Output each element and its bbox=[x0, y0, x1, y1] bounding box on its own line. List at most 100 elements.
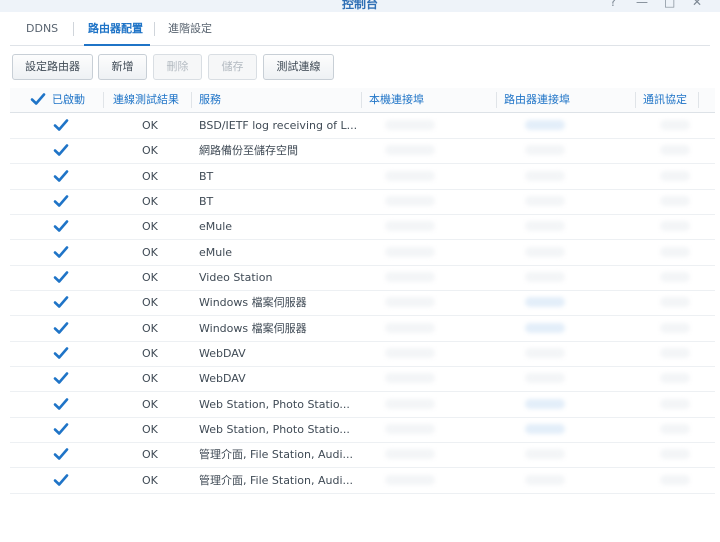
row-test-result: OK bbox=[142, 270, 158, 284]
row-enabled-checkbox[interactable] bbox=[53, 193, 69, 209]
column-divider bbox=[191, 92, 192, 108]
row-test-result: OK bbox=[142, 169, 158, 183]
row-enabled-checkbox[interactable] bbox=[53, 446, 69, 462]
row-local-port-obscured bbox=[385, 170, 435, 181]
row-enabled-checkbox[interactable] bbox=[53, 218, 69, 234]
row-enabled-checkbox[interactable] bbox=[53, 472, 69, 488]
row-service: Windows 檔案伺服器 bbox=[199, 321, 307, 335]
close-icon[interactable]: ✕ bbox=[692, 0, 702, 9]
row-protocol-obscured bbox=[660, 221, 690, 232]
select-all-checkbox[interactable] bbox=[30, 91, 46, 107]
row-enabled-checkbox[interactable] bbox=[53, 320, 69, 336]
row-service: 管理介面, File Station, Audi... bbox=[199, 448, 354, 462]
row-enabled-checkbox[interactable] bbox=[53, 142, 69, 158]
table-row[interactable]: OK 網路備份至儲存空間 bbox=[10, 138, 715, 165]
help-icon[interactable]: ? bbox=[610, 0, 616, 9]
table-row[interactable]: OK 管理介面, File Station, Audi... bbox=[10, 468, 715, 494]
row-protocol-obscured bbox=[660, 170, 690, 181]
row-enabled-checkbox[interactable] bbox=[53, 396, 69, 412]
table-row[interactable]: OK Windows 檔案伺服器 bbox=[10, 290, 715, 317]
row-protocol-obscured bbox=[660, 297, 690, 308]
row-router-port-obscured bbox=[525, 145, 565, 156]
tab-divider bbox=[154, 22, 155, 36]
column-header-service[interactable]: 服務 bbox=[199, 88, 221, 112]
tab-divider bbox=[73, 22, 74, 36]
row-protocol-obscured bbox=[660, 347, 690, 358]
table-row[interactable]: OK Web Station, Photo Statio... bbox=[10, 392, 715, 418]
save-button[interactable]: 儲存 bbox=[208, 54, 257, 80]
row-router-port-obscured bbox=[525, 297, 565, 308]
row-local-port-obscured bbox=[385, 347, 435, 358]
table-row[interactable]: OK Video Station bbox=[10, 265, 715, 291]
row-test-result: OK bbox=[142, 448, 158, 462]
row-service: Web Station, Photo Statio... bbox=[199, 397, 350, 411]
row-enabled-checkbox[interactable] bbox=[53, 117, 69, 133]
row-test-result: OK bbox=[142, 372, 158, 386]
row-router-port-obscured bbox=[525, 474, 565, 485]
row-test-result: OK bbox=[142, 194, 158, 208]
row-service: WebDAV bbox=[199, 372, 246, 386]
table-row[interactable]: OK BT bbox=[10, 189, 715, 215]
row-local-port-obscured bbox=[385, 474, 435, 485]
table-row[interactable]: OK Windows 檔案伺服器 bbox=[10, 316, 715, 342]
tab-advanced[interactable]: 進階設定 bbox=[168, 12, 212, 45]
column-header-local-port[interactable]: 本機連接埠 bbox=[369, 88, 424, 112]
row-enabled-checkbox[interactable] bbox=[53, 168, 69, 184]
row-enabled-checkbox[interactable] bbox=[53, 345, 69, 361]
row-local-port-obscured bbox=[385, 398, 435, 409]
table-row[interactable]: OK BSD/IETF log receiving of L... bbox=[10, 113, 715, 139]
row-enabled-checkbox[interactable] bbox=[53, 370, 69, 386]
maximize-icon[interactable]: □ bbox=[664, 0, 675, 9]
column-header-protocol[interactable]: 通訊協定 bbox=[643, 88, 687, 112]
row-enabled-checkbox[interactable] bbox=[53, 421, 69, 437]
grid-header: 已啟動 連線測試結果 服務 本機連接埠 路由器連接埠 通訊協定 bbox=[10, 88, 715, 113]
row-test-result: OK bbox=[142, 220, 158, 234]
row-local-port-obscured bbox=[385, 145, 435, 156]
configure-router-button[interactable]: 設定路由器 bbox=[12, 54, 93, 80]
column-header-enabled[interactable]: 已啟動 bbox=[52, 88, 85, 112]
table-row[interactable]: OK 管理介面, File Station, Audi... bbox=[10, 442, 715, 469]
row-enabled-checkbox[interactable] bbox=[53, 269, 69, 285]
table-row[interactable]: OK eMule bbox=[10, 240, 715, 266]
row-protocol-obscured bbox=[660, 195, 690, 206]
tab-router-config[interactable]: 路由器配置 bbox=[88, 12, 143, 45]
column-header-router-port[interactable]: 路由器連接埠 bbox=[504, 88, 570, 112]
row-service: Windows 檔案伺服器 bbox=[199, 296, 307, 310]
row-test-result: OK bbox=[142, 397, 158, 411]
column-header-test-result[interactable]: 連線測試結果 bbox=[113, 88, 179, 112]
row-enabled-checkbox[interactable] bbox=[53, 244, 69, 260]
row-service: Web Station, Photo Statio... bbox=[199, 422, 350, 436]
row-protocol-obscured bbox=[660, 373, 690, 384]
row-protocol-obscured bbox=[660, 449, 690, 460]
row-protocol-obscured bbox=[660, 145, 690, 156]
column-divider bbox=[635, 92, 636, 108]
table-row[interactable]: OK Web Station, Photo Statio... bbox=[10, 417, 715, 443]
delete-button[interactable]: 刪除 bbox=[153, 54, 202, 80]
row-protocol-obscured bbox=[660, 398, 690, 409]
row-test-result: OK bbox=[142, 321, 158, 335]
row-service: Video Station bbox=[199, 270, 273, 284]
row-test-result: OK bbox=[142, 144, 158, 158]
row-service: 管理介面, File Station, Audi... bbox=[199, 473, 354, 487]
test-connection-button[interactable]: 測試連線 bbox=[263, 54, 334, 80]
row-service: eMule bbox=[199, 245, 233, 259]
row-router-port-obscured bbox=[525, 120, 565, 130]
minimize-icon[interactable]: — bbox=[636, 0, 648, 9]
table-row[interactable]: OK BT bbox=[10, 164, 715, 190]
row-local-port-obscured bbox=[385, 423, 435, 434]
tab-ddns[interactable]: DDNS bbox=[26, 12, 58, 45]
row-test-result: OK bbox=[142, 296, 158, 310]
table-row[interactable]: OK WebDAV bbox=[10, 341, 715, 367]
row-protocol-obscured bbox=[660, 322, 690, 333]
row-router-port-obscured bbox=[525, 246, 565, 257]
add-button[interactable]: 新增 bbox=[98, 54, 147, 80]
table-row[interactable]: OK WebDAV bbox=[10, 366, 715, 393]
table-row[interactable]: OK eMule bbox=[10, 214, 715, 241]
row-enabled-checkbox[interactable] bbox=[53, 294, 69, 310]
row-router-port-obscured bbox=[525, 449, 565, 460]
row-router-port-obscured bbox=[525, 398, 565, 409]
row-local-port-obscured bbox=[385, 322, 435, 333]
row-router-port-obscured bbox=[525, 373, 565, 384]
title-bar: 控制台 ? — □ ✕ bbox=[0, 0, 720, 12]
row-test-result: OK bbox=[142, 346, 158, 360]
